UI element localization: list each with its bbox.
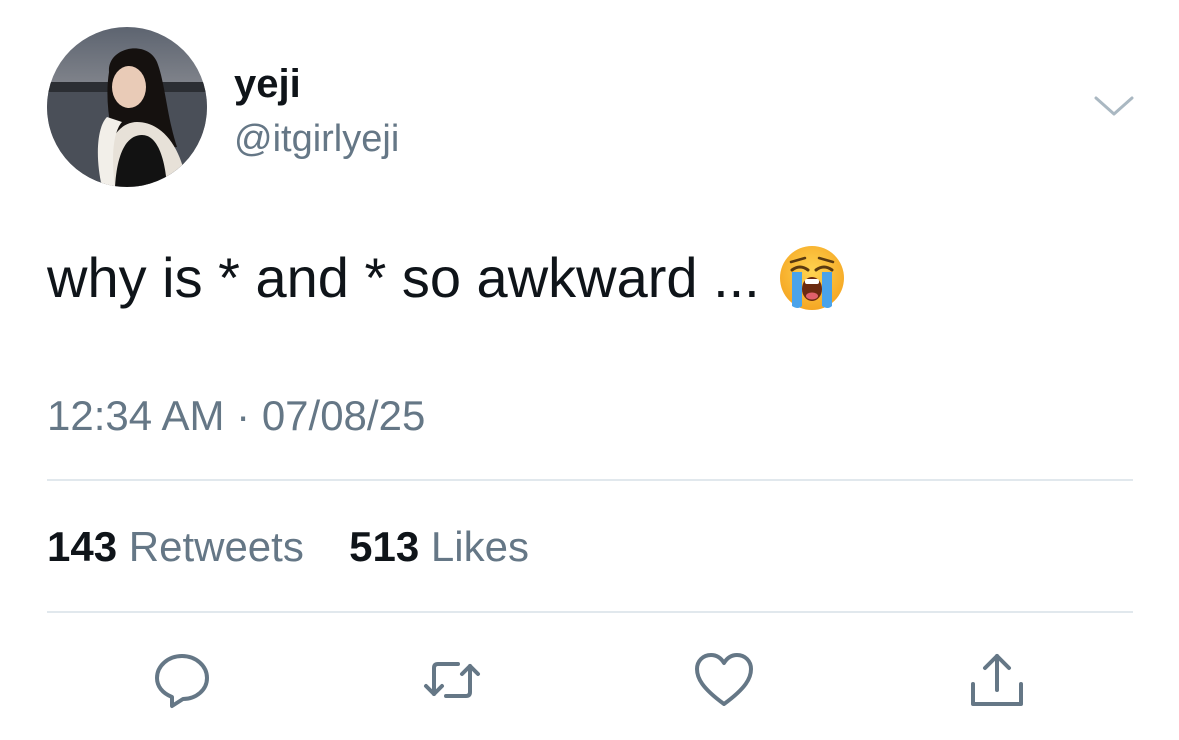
likes-count: 513	[349, 523, 420, 570]
retweets-count: 143	[47, 523, 118, 570]
tweet-time: 12:34 AM	[47, 392, 225, 439]
share-icon	[971, 654, 1023, 706]
divider	[47, 611, 1133, 613]
reply-icon	[155, 654, 209, 708]
like-button[interactable]	[692, 648, 756, 712]
user-handle[interactable]: @itgirlyeji	[234, 115, 399, 163]
tweet-timestamp[interactable]: 12:34 AM · 07/08/25	[47, 390, 425, 442]
tweet-date: 07/08/25	[261, 392, 426, 439]
profile-photo	[47, 27, 207, 187]
avatar[interactable]	[47, 27, 207, 187]
tweet-stats: 143 Retweets 513 Likes	[47, 521, 529, 573]
heart-icon	[695, 653, 753, 706]
likes-label: Likes	[430, 523, 529, 570]
retweets-stat[interactable]: 143 Retweets	[47, 523, 316, 570]
retweet-button[interactable]	[420, 648, 484, 712]
display-name[interactable]: yeji	[234, 60, 301, 108]
retweets-label: Retweets	[128, 523, 304, 570]
retweet-icon	[424, 662, 480, 698]
divider	[47, 479, 1133, 481]
share-button[interactable]	[965, 648, 1029, 712]
tweet-body: why is * and * so awkward ...	[47, 246, 760, 309]
tweet-text: why is * and * so awkward ...	[47, 240, 846, 316]
more-options-button[interactable]	[1092, 92, 1136, 120]
likes-stat[interactable]: 513 Likes	[349, 523, 529, 570]
timestamp-separator: ·	[236, 392, 251, 439]
chevron-down-icon	[1094, 96, 1134, 116]
reply-button[interactable]	[150, 648, 214, 712]
loudly-crying-face-emoji	[778, 244, 846, 312]
